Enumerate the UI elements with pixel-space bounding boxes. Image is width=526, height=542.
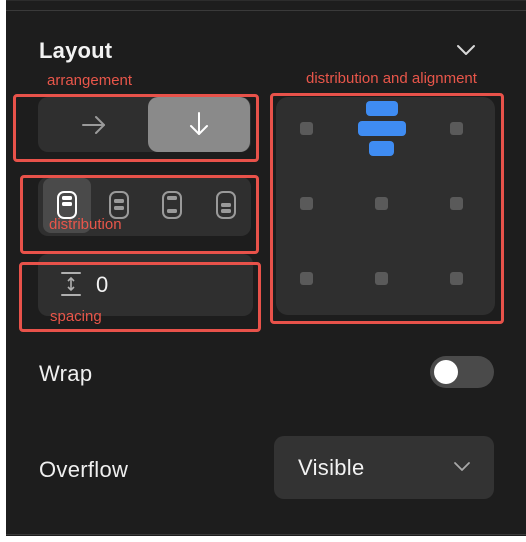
highlight-distribution [20, 175, 259, 254]
highlight-arrangement [13, 94, 259, 162]
bottom-divider [6, 534, 526, 535]
overflow-select-value[interactable]: Visible [298, 455, 365, 481]
highlight-distribution-alignment [270, 93, 504, 324]
chevron-down-icon[interactable] [453, 461, 471, 473]
wrap-label: Wrap [39, 361, 93, 386]
overflow-label: Overflow [39, 457, 129, 482]
chevron-down-icon[interactable] [455, 42, 477, 58]
annotation-arrangement: arrangement [47, 72, 133, 89]
top-divider [6, 10, 526, 11]
panel-title: Layout [39, 38, 113, 63]
annotation-distribution-alignment: distribution and alignment [306, 70, 477, 87]
highlight-spacing [19, 262, 261, 332]
wrap-toggle-knob[interactable] [434, 360, 458, 384]
